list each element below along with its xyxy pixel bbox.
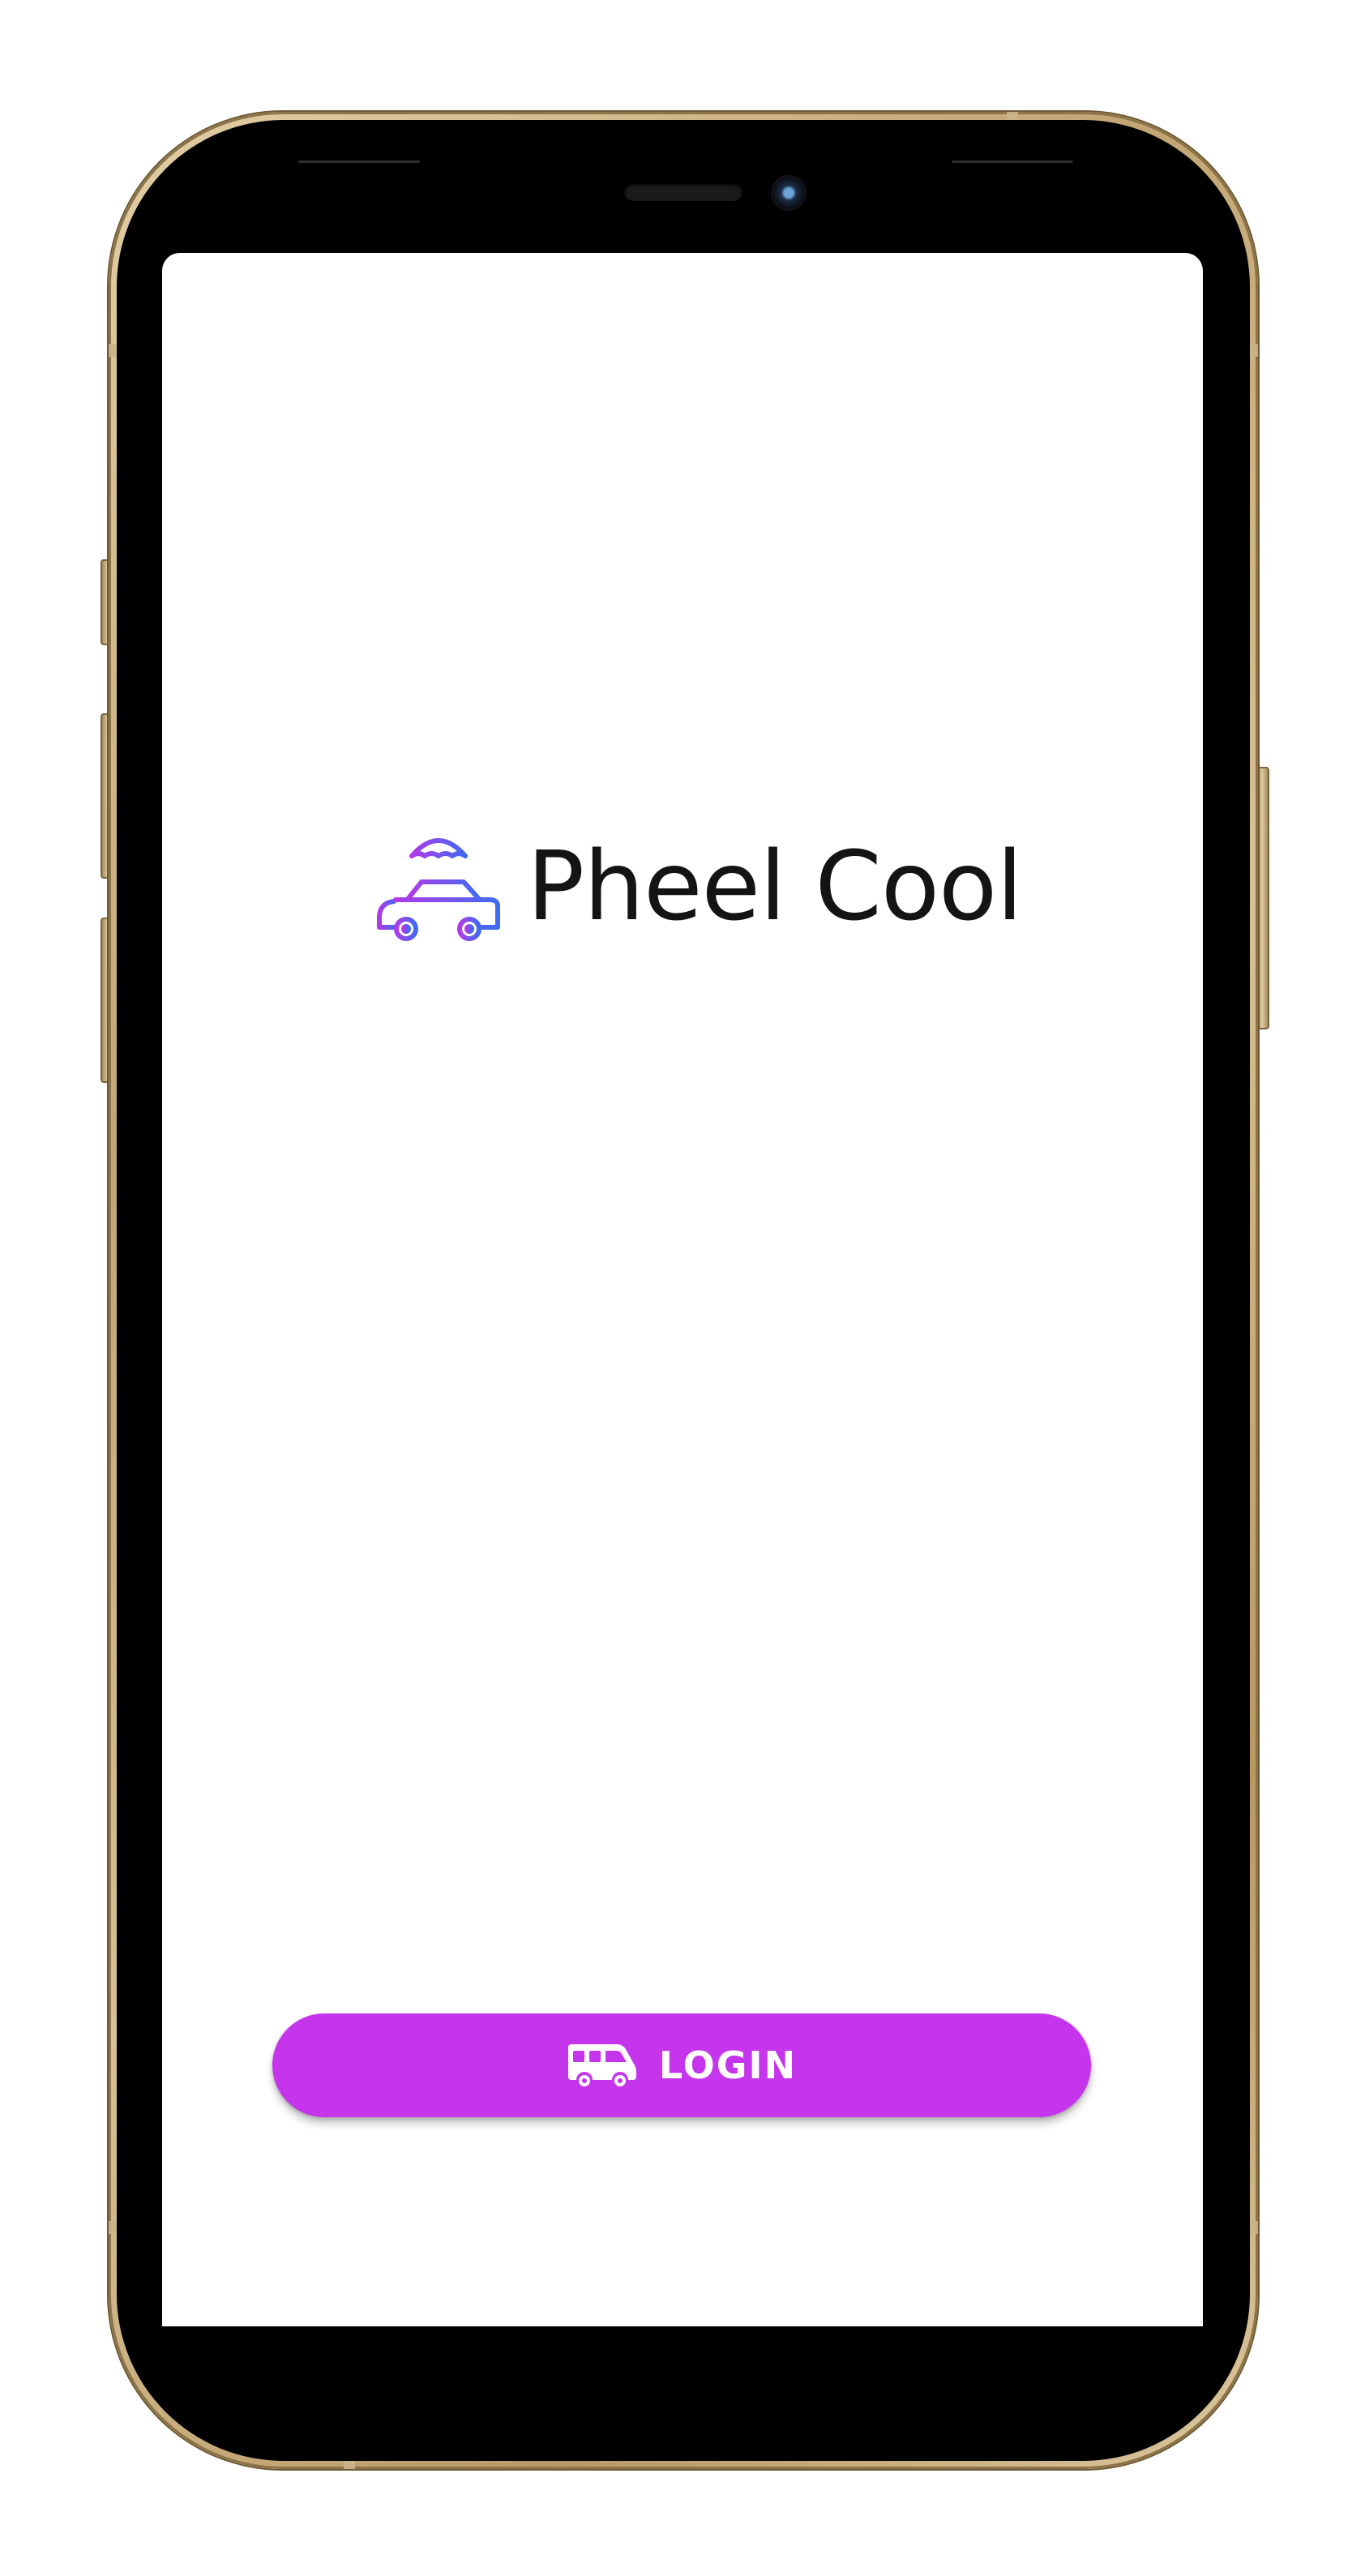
car-umbrella-icon <box>377 829 500 941</box>
antenna-band <box>344 2461 355 2469</box>
antenna-band <box>1250 2221 1258 2234</box>
van-icon <box>567 2044 636 2086</box>
app-title: Pheel Cool <box>527 830 1023 942</box>
antenna-band <box>1250 344 1258 357</box>
page: Pheel Cool LOGIN <box>0 0 1365 2576</box>
login-button-label: LOGIN <box>658 2043 798 2087</box>
bezel-edge-left <box>298 160 420 163</box>
app-screen: Pheel Cool LOGIN <box>162 253 1203 2326</box>
front-camera <box>771 175 807 211</box>
earpiece-speaker <box>624 183 742 201</box>
antenna-band <box>109 2221 117 2234</box>
bezel-edge-right <box>952 160 1073 163</box>
antenna-band <box>1007 112 1018 120</box>
login-button[interactable]: LOGIN <box>272 2013 1091 2117</box>
brand-header: Pheel Cool <box>371 828 1023 950</box>
antenna-band <box>109 344 117 357</box>
